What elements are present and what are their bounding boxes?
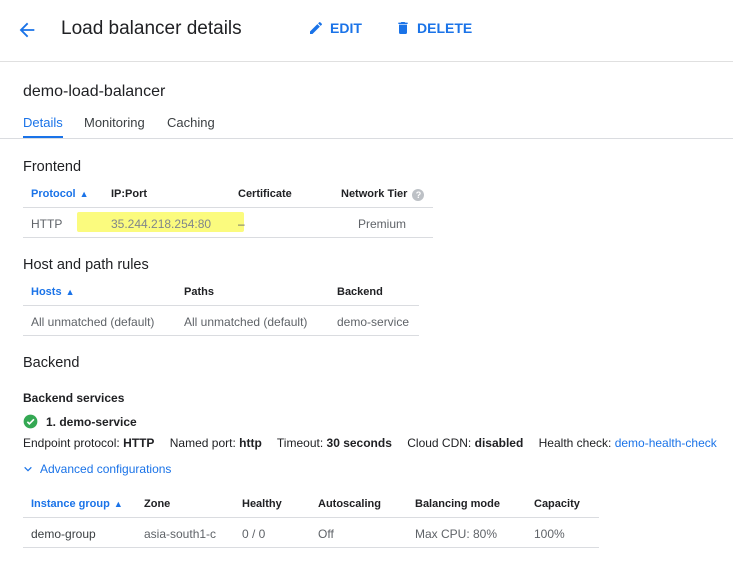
cell-certificate: – — [238, 217, 245, 231]
backend-service-row: 1. demo-service — [23, 414, 137, 429]
backend-section-title: Backend — [23, 355, 80, 371]
health-check-link[interactable]: demo-health-check — [615, 436, 717, 450]
help-icon[interactable]: ? — [412, 189, 425, 201]
page-title: Load balancer details — [61, 18, 242, 39]
pencil-icon — [310, 21, 323, 34]
cell-backend: demo-service — [337, 315, 410, 329]
backend-service-name: 1. demo-service — [46, 414, 137, 429]
health-check: Health check: demo-health-check — [538, 436, 717, 450]
cell-hosts: All unmatched (default) — [31, 315, 155, 329]
cell-paths: All unmatched (default) — [184, 315, 308, 329]
cell-capacity: 100% — [534, 527, 565, 541]
arrow-up-icon: ▲ — [113, 499, 123, 509]
arrow-back-icon — [19, 22, 35, 38]
trash-icon — [398, 22, 408, 34]
delete-label: DELETE — [417, 20, 473, 36]
arrow-up-icon: ▲ — [65, 287, 75, 297]
delete-button[interactable]: DELETE — [395, 20, 472, 36]
tab-monitoring[interactable]: Monitoring — [84, 115, 145, 130]
table-row: All unmatched (default) All unmatched (d… — [23, 306, 419, 336]
cell-protocol: HTTP — [31, 217, 63, 231]
column-header-autoscaling: Autoscaling — [318, 498, 381, 510]
column-header-capacity: Capacity — [534, 498, 580, 510]
back-button[interactable] — [16, 19, 38, 41]
edit-button[interactable]: EDIT — [308, 20, 362, 36]
tab-caching[interactable]: Caching — [167, 115, 215, 130]
timeout: Timeout: 30 seconds — [276, 436, 392, 450]
host-path-rules-table: Hosts ▲ Paths Backend All unmatched (defa… — [23, 278, 419, 336]
tab-bar: Details Monitoring Caching — [0, 113, 733, 139]
cell-balancing-mode: Max CPU: 80% — [415, 527, 498, 541]
column-header-paths: Paths — [184, 286, 214, 298]
named-port: Named port: http — [169, 436, 262, 450]
column-header-instance-group[interactable]: Instance group ▲ — [31, 498, 123, 510]
column-header-certificate: Certificate — [238, 188, 292, 200]
table-header-row: Instance group ▲ Zone Healthy Autoscaling… — [23, 490, 599, 518]
column-header-backend: Backend — [337, 286, 383, 298]
advanced-configurations-label: Advanced configurations — [40, 462, 172, 476]
table-header-row: Hosts ▲ Paths Backend — [23, 278, 419, 306]
column-header-balancing-mode: Balancing mode — [415, 498, 500, 510]
cell-autoscaling: Off — [318, 527, 334, 541]
instance-group-table: Instance group ▲ Zone Healthy Autoscaling… — [23, 490, 599, 548]
edit-label: EDIT — [330, 20, 362, 36]
table-row: HTTP 35.244.218.254:80 – Premium — [23, 208, 433, 238]
cell-instance-group: demo-group — [31, 527, 96, 541]
check-circle-icon — [23, 414, 38, 429]
host-path-rules-title: Host and path rules — [23, 257, 149, 273]
table-header-row: Protocol ▲ IP:Port Certificate Network Ti… — [23, 180, 433, 208]
table-row: demo-group asia-south1-c 0 / 0 Off Max C… — [23, 518, 599, 548]
column-header-ip-port: IP:Port — [111, 188, 148, 200]
load-balancer-name: demo-load-balancer — [23, 83, 166, 100]
cloud-cdn: Cloud CDN: disabled — [407, 436, 524, 450]
column-header-hosts[interactable]: Hosts ▲ — [31, 286, 74, 298]
column-header-protocol[interactable]: Protocol ▲ — [31, 188, 89, 200]
cell-network-tier: Premium — [358, 217, 407, 231]
chevron-down-icon — [24, 466, 32, 472]
column-header-healthy: Healthy — [242, 498, 282, 510]
endpoint-protocol: Endpoint protocol: HTTP — [23, 436, 155, 450]
backend-service-meta: Endpoint protocol: HTTP Named port: http… — [23, 436, 717, 450]
cell-zone: asia-south1-c — [144, 527, 217, 541]
frontend-table: Protocol ▲ IP:Port Certificate Network Ti… — [23, 180, 433, 238]
advanced-configurations-toggle[interactable]: Advanced configurations — [23, 462, 171, 476]
backend-services-title: Backend services — [23, 391, 125, 405]
frontend-section-title: Frontend — [23, 159, 82, 175]
arrow-up-icon: ▲ — [79, 189, 89, 199]
column-header-network-tier: Network Tier? — [341, 188, 425, 201]
tab-details[interactable]: Details — [23, 115, 63, 130]
cell-healthy: 0 / 0 — [242, 527, 266, 541]
active-tab-indicator — [23, 136, 63, 138]
page-header: Load balancer details EDIT DELETE — [0, 0, 733, 62]
cell-ip-port: 35.244.218.254:80 — [111, 217, 212, 231]
column-header-zone: Zone — [144, 498, 171, 510]
